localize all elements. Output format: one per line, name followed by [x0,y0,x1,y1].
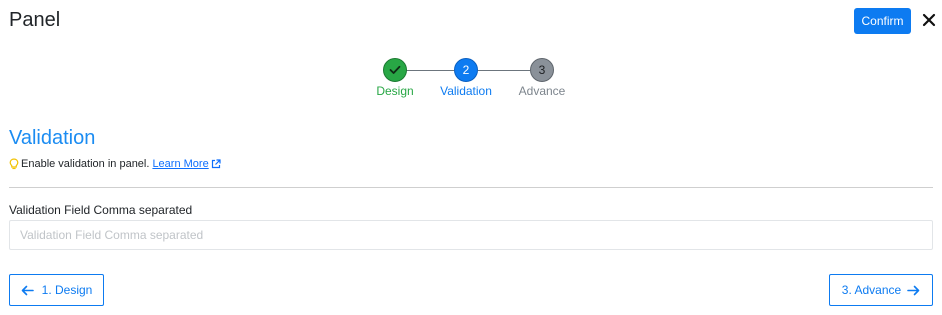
step-advance[interactable]: 3 [530,58,554,82]
step-validation[interactable]: 2 [454,58,478,82]
step-label-advance: Advance [518,84,566,98]
learn-more-link[interactable]: Learn More [152,158,208,170]
hint-text: Enable validation in panel. [21,158,150,170]
next-step-button[interactable]: 3. Advance [829,274,933,306]
validation-hint: Enable validation in panel. Learn More [9,158,221,170]
validation-field-label: Validation Field Comma separated [9,203,193,217]
previous-step-label: 1. Design [41,283,93,297]
step-label-design: Design [376,84,414,98]
step-number: 2 [462,63,470,77]
arrow-left-icon [21,285,34,295]
close-icon[interactable] [920,10,938,30]
step-number: 3 [538,63,546,77]
validation-field-input[interactable] [9,220,933,250]
previous-step-button[interactable]: 1. Design [9,274,104,306]
stepper: 2 3 Design Validation Advance [0,58,942,103]
step-label-validation: Validation [440,84,492,98]
section-title: Validation [9,127,96,149]
lightbulb-icon [9,158,19,170]
panel-title: Panel [9,9,61,31]
external-link-icon[interactable] [211,159,221,169]
confirm-button[interactable]: Confirm [854,8,911,34]
step-connector-2 [478,70,530,71]
arrow-right-icon [907,285,920,295]
check-icon [389,65,401,74]
section-divider [9,187,933,188]
next-step-label: 3. Advance [841,283,902,297]
step-design[interactable] [383,58,407,82]
step-connector-1 [406,70,454,71]
